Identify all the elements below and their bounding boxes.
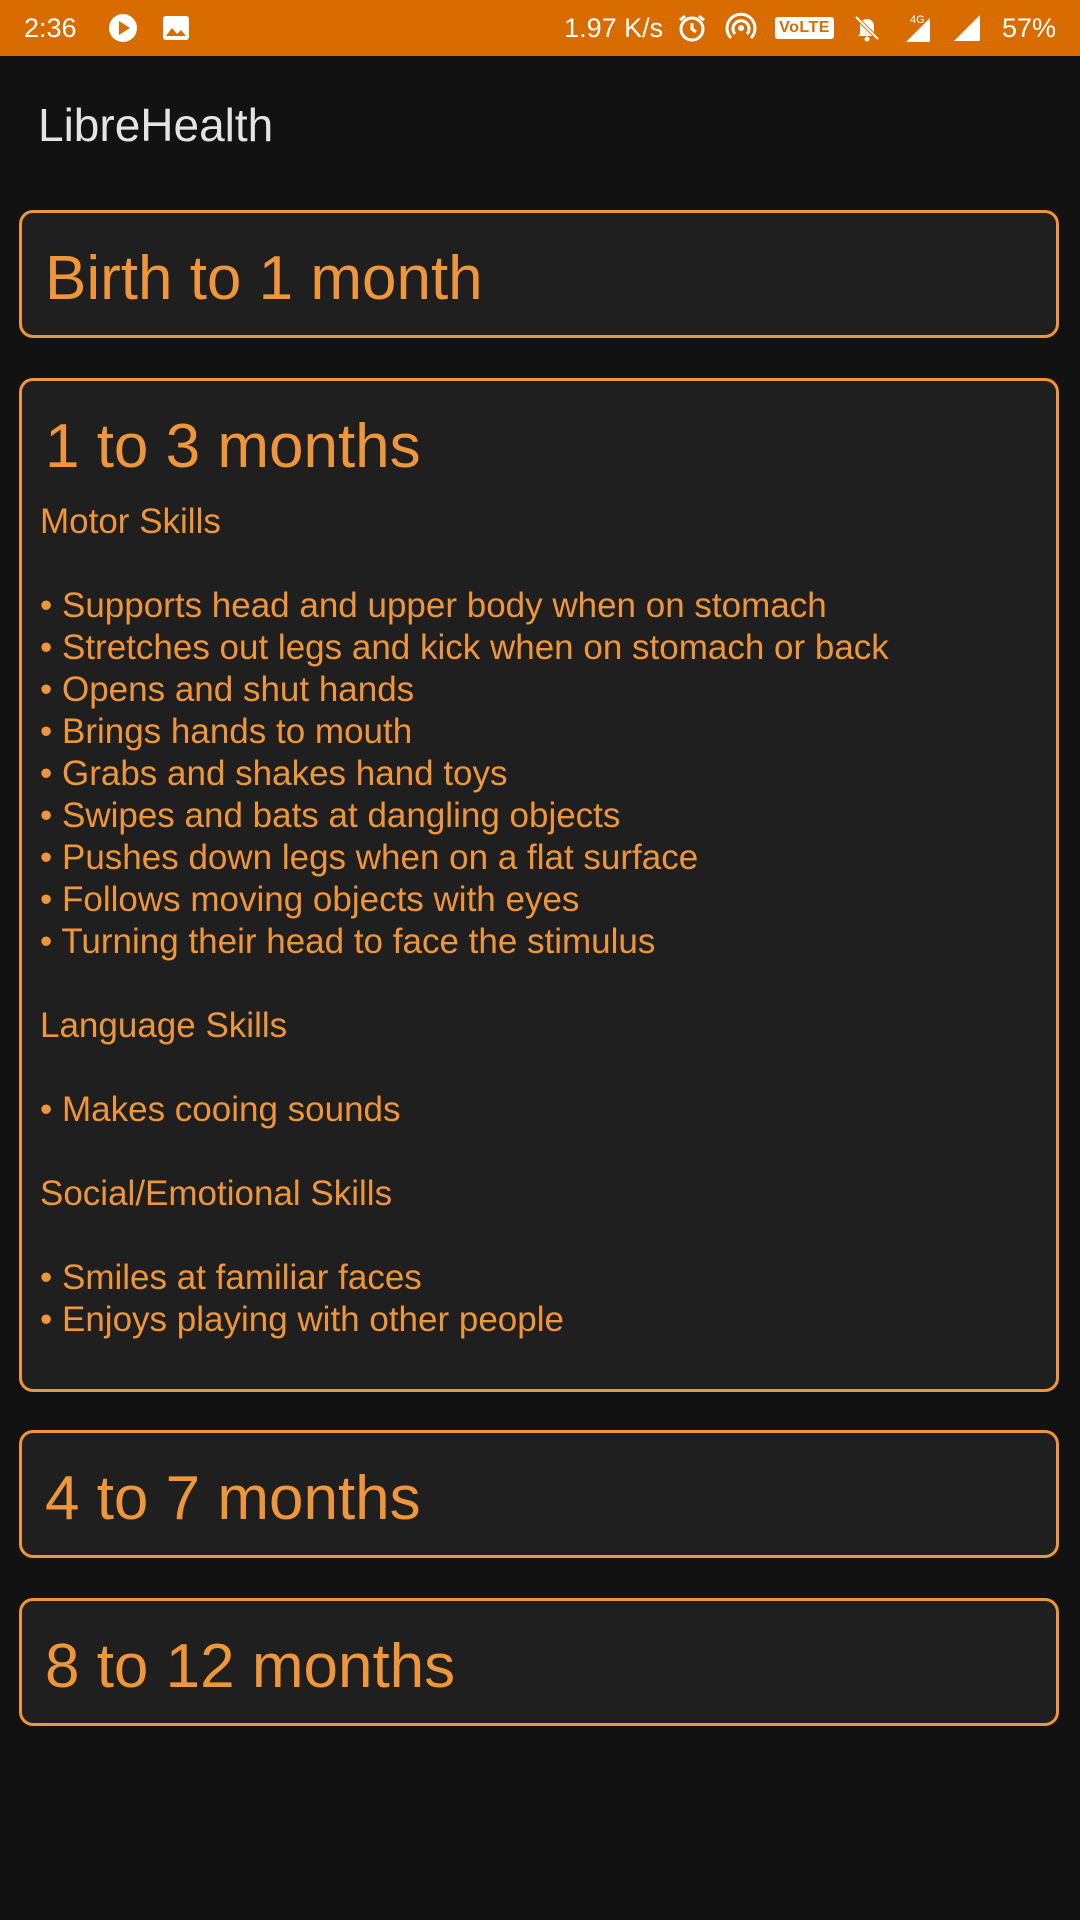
image-icon [161, 13, 191, 43]
net-speed: 1.97 K/s [564, 12, 664, 43]
volte-icon: VoLTE [775, 17, 834, 39]
list-item: • Opens and shut hands [40, 670, 415, 709]
alarm-icon [677, 13, 707, 43]
card-4-to-7-months[interactable]: 4 to 7 months [19, 1430, 1059, 1558]
card-title: 4 to 7 months [45, 1464, 421, 1533]
card-title: 1 to 3 months [45, 412, 421, 481]
list-item: • Pushes down legs when on a flat surfac… [40, 838, 699, 877]
card-birth-to-1-month[interactable]: Birth to 1 month [19, 210, 1059, 338]
list-item: • Supports head and upper body when on s… [40, 586, 827, 625]
card-1-to-3-months[interactable]: 1 to 3 months Motor Skills • Supports he… [19, 378, 1059, 1392]
list-item: • Enjoys playing with other people [40, 1300, 564, 1339]
signal-icon [952, 13, 982, 43]
app-bar: LibreHealth [0, 56, 1080, 194]
battery-percent: 57% [1001, 12, 1056, 43]
list-item: • Smiles at familiar faces [40, 1258, 422, 1297]
list-item: • Stretches out legs and kick when on st… [40, 628, 889, 667]
list-item: • Brings hands to mouth [40, 712, 413, 751]
status-time: 2:36 [24, 12, 77, 43]
list-item: • Swipes and bats at dangling objects [40, 796, 621, 835]
list-item: • Grabs and shakes hand toys [40, 754, 508, 793]
card-8-to-12-months[interactable]: 8 to 12 months [19, 1598, 1059, 1726]
list-item: • Turning their head to face the stimulu… [40, 922, 656, 961]
list-item: • Follows moving objects with eyes [40, 880, 580, 919]
status-bar: 2:36 1.97 K/s VoLTE 4G 57% [0, 0, 1080, 56]
hotspot-icon [725, 12, 757, 44]
card-body: Motor Skills • Supports head and upper b… [40, 501, 1040, 1341]
network-type-label: 4G [910, 14, 925, 26]
section-heading-social-emotional-skills: Social/Emotional Skills [40, 1174, 393, 1213]
card-title: Birth to 1 month [45, 244, 483, 313]
card-title: 8 to 12 months [45, 1632, 456, 1701]
signal-4g-icon: 4G [900, 12, 934, 44]
section-heading-language-skills: Language Skills [40, 1006, 288, 1045]
play-icon [107, 12, 139, 44]
app-title: LibreHealth [38, 99, 274, 151]
status-right: 1.97 K/s VoLTE 4G 57% [564, 12, 1056, 44]
section-heading-motor-skills: Motor Skills [40, 502, 221, 541]
status-left: 2:36 [24, 12, 213, 44]
notifications-off-icon [852, 13, 882, 43]
list-item: • Makes cooing sounds [40, 1090, 401, 1129]
